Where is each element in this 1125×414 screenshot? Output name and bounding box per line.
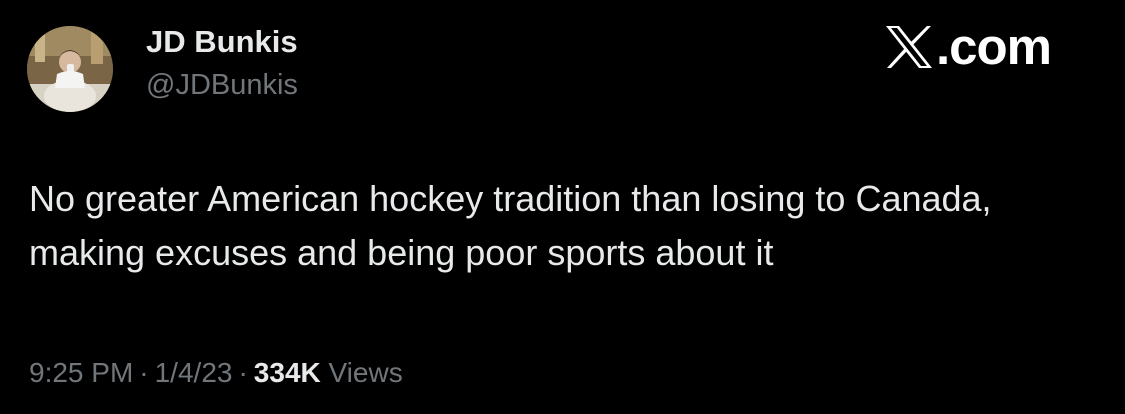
- x-logo-icon: [886, 26, 932, 68]
- meta-separator: ·: [238, 357, 248, 388]
- author-handle[interactable]: @JDBunkis: [146, 69, 298, 102]
- tweet-date[interactable]: 1/4/23: [155, 357, 233, 388]
- brand-domain: .com: [936, 18, 1052, 75]
- meta-separator: ·: [139, 357, 149, 388]
- profile-photo: [27, 26, 113, 112]
- brand-watermark: .com: [885, 18, 1052, 75]
- avatar[interactable]: [27, 26, 113, 112]
- author-display-name[interactable]: JD Bunkis: [146, 24, 298, 60]
- views-label[interactable]: Views: [329, 357, 403, 388]
- tweet-text: No greater American hockey tradition tha…: [29, 178, 992, 273]
- tweet-time[interactable]: 9:25 PM: [29, 357, 133, 388]
- tweet-meta: 9:25 PM · 1/4/23 · 334K Views: [29, 357, 403, 389]
- views-count[interactable]: 334K: [254, 357, 321, 388]
